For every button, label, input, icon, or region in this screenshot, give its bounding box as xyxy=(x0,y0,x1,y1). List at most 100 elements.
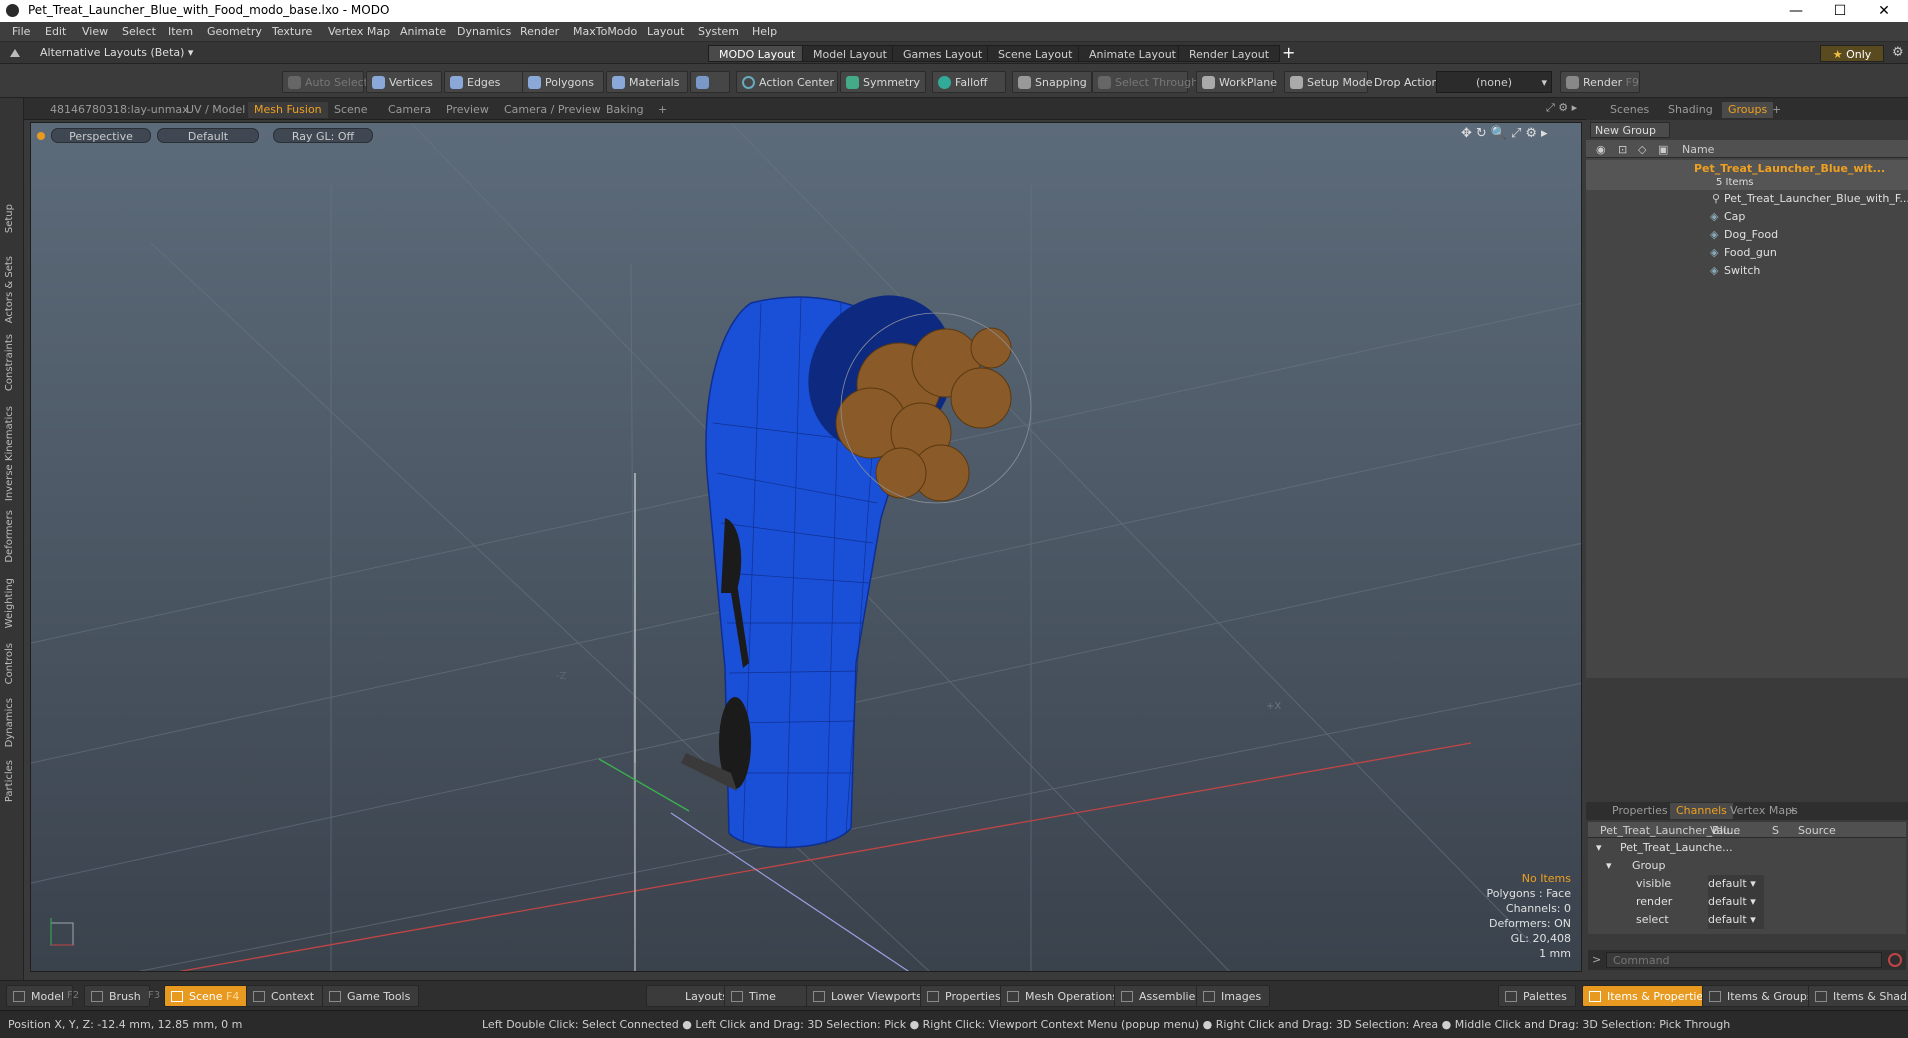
list-item[interactable]: ⚲ Pet_Treat_Launcher_Blue_with_F... xyxy=(1586,190,1908,208)
side-tab-setup[interactable]: Setup xyxy=(4,204,15,233)
side-tab-constraints[interactable]: Constraints xyxy=(4,334,15,391)
group-row[interactable]: Pet_Treat_Launcher_Blue_wit... 5 Items xyxy=(1586,160,1908,190)
model-button[interactable]: Model xyxy=(6,985,74,1007)
menu-maxtomodo[interactable]: MaxToModo xyxy=(573,25,637,38)
list-item[interactable]: ◈ Cap xyxy=(1586,208,1908,226)
menu-help[interactable]: Help xyxy=(752,25,777,38)
side-tab-particles[interactable]: Particles xyxy=(4,760,15,802)
scene-button[interactable]: Scene F4 xyxy=(164,985,249,1007)
tab-uv-model[interactable]: UV / Model xyxy=(180,102,251,118)
tab-modo-layout[interactable]: MODO Layout xyxy=(708,45,807,62)
select-through-button[interactable]: Select Through xyxy=(1092,71,1198,93)
alternative-layouts-dropdown[interactable]: Alternative Layouts (Beta) ▾ xyxy=(40,46,193,59)
menu-select[interactable]: Select xyxy=(122,25,156,38)
menu-system[interactable]: System xyxy=(698,25,739,38)
list-item[interactable]: ◈ Food_gun xyxy=(1586,244,1908,262)
snapping-button[interactable]: Snapping xyxy=(1012,71,1092,93)
mesh-operations-button[interactable]: Mesh Operations xyxy=(1000,985,1127,1007)
polygons-button[interactable]: Polygons xyxy=(522,71,604,93)
lower-viewports-button[interactable]: Lower Viewports xyxy=(806,985,931,1007)
setup-mode-button[interactable]: Setup Mode xyxy=(1284,71,1372,93)
items-properties-button[interactable]: Items & Properties xyxy=(1582,985,1718,1007)
tab-baking[interactable]: Baking xyxy=(600,102,650,118)
close-button[interactable]: ✕ xyxy=(1862,0,1906,22)
side-tab-inverse-kinematics[interactable]: Inverse Kinematics xyxy=(4,406,15,501)
action-center-button[interactable]: Action Center xyxy=(736,71,838,93)
command-input[interactable] xyxy=(1606,952,1882,968)
add-tab-button[interactable]: + xyxy=(652,102,673,118)
collapse-icon[interactable] xyxy=(10,47,20,57)
menu-animate[interactable]: Animate xyxy=(400,25,446,38)
items-groups-button[interactable]: Items & Groups xyxy=(1702,985,1822,1007)
tab-scene[interactable]: Scene xyxy=(328,102,374,118)
add-panel-tab[interactable]: + xyxy=(1766,102,1787,118)
menu-render[interactable]: Render xyxy=(520,25,559,38)
items-shading-button[interactable]: Items & Shading xyxy=(1808,985,1908,1007)
tab-camera[interactable]: Camera xyxy=(382,102,437,118)
3d-viewport[interactable]: Perspective Default Ray GL: Off ✥↻🔍⤢⚙▸ -… xyxy=(30,122,1582,972)
vertices-button[interactable]: Vertices xyxy=(366,71,442,93)
tab-render-layout[interactable]: Render Layout xyxy=(1178,45,1281,62)
images-button[interactable]: Images xyxy=(1196,985,1271,1007)
menu-view[interactable]: View xyxy=(82,25,108,38)
menu-item[interactable]: Item xyxy=(168,25,193,38)
edges-button[interactable]: Edges xyxy=(444,71,528,93)
record-icon[interactable] xyxy=(1888,953,1902,967)
menu-edit[interactable]: Edit xyxy=(45,25,66,38)
gear-icon[interactable]: ⚙ xyxy=(1892,45,1904,60)
tab-model-layout[interactable]: Model Layout xyxy=(802,45,898,62)
side-tab-deformers[interactable]: Deformers xyxy=(4,510,15,563)
side-tab-controls[interactable]: Controls xyxy=(4,643,15,684)
tab-camera-preview[interactable]: Camera / Preview xyxy=(498,102,607,118)
side-tab-dynamics[interactable]: Dynamics xyxy=(4,698,15,747)
tab-shading[interactable]: Shading xyxy=(1662,102,1719,118)
list-item[interactable]: ◈ Dog_Food xyxy=(1586,226,1908,244)
lock-icon[interactable]: ⊡ xyxy=(1618,143,1627,156)
tab-scene-layout[interactable]: Scene Layout xyxy=(987,45,1084,62)
tab-animate-layout[interactable]: Animate Layout xyxy=(1078,45,1187,62)
viewport-options-icon[interactable]: ⤢ ⚙ ▸ xyxy=(1546,101,1577,115)
menu-geometry[interactable]: Geometry xyxy=(207,25,262,38)
menu-dynamics[interactable]: Dynamics xyxy=(457,25,511,38)
render-button[interactable]: Render F9 xyxy=(1560,71,1640,93)
brush-button[interactable]: Brush xyxy=(84,985,150,1007)
side-tab-actors-sets[interactable]: Actors & Sets xyxy=(4,256,15,323)
channel-value-select[interactable]: default ▾ xyxy=(1708,893,1764,911)
properties-button[interactable]: Properties xyxy=(920,985,1010,1007)
selection-sets-button[interactable] xyxy=(690,71,730,93)
channel-value-select[interactable]: default ▾ xyxy=(1708,875,1764,893)
symmetry-button[interactable]: Symmetry xyxy=(840,71,926,93)
new-group-button[interactable]: New Group xyxy=(1590,122,1670,138)
auto-select-button[interactable]: Auto Select xyxy=(282,71,368,93)
drop-action-select[interactable]: (none) ▾ xyxy=(1436,71,1552,93)
materials-button[interactable]: Materials xyxy=(606,71,688,93)
channel-row[interactable]: render default ▾ xyxy=(1586,893,1908,911)
menu-file[interactable]: File xyxy=(12,25,30,38)
tab-games-layout[interactable]: Games Layout xyxy=(892,45,994,62)
list-item[interactable]: ◈ Switch xyxy=(1586,262,1908,280)
tab-lay-unmax[interactable]: 48146780318:lay-unmax xyxy=(44,102,195,118)
side-tab-weighting[interactable]: Weighting xyxy=(4,578,15,628)
tab-scenes[interactable]: Scenes xyxy=(1604,102,1655,118)
menu-vertex-map[interactable]: Vertex Map xyxy=(328,25,390,38)
palettes-button[interactable]: Palettes xyxy=(1498,985,1576,1007)
falloff-button[interactable]: Falloff xyxy=(932,71,1006,93)
maximize-button[interactable]: ☐ xyxy=(1818,0,1862,22)
tab-mesh-fusion[interactable]: Mesh Fusion xyxy=(248,102,328,118)
eye-icon[interactable]: ◉ xyxy=(1596,143,1606,156)
minimize-button[interactable]: — xyxy=(1774,0,1818,22)
add-props-tab[interactable]: + xyxy=(1782,803,1803,819)
channel-value-select[interactable]: default ▾ xyxy=(1708,911,1764,929)
channel-group-row[interactable]: ▾ Group xyxy=(1586,857,1908,875)
only-toggle[interactable]: ★ Only xyxy=(1820,45,1884,62)
menu-texture[interactable]: Texture xyxy=(272,25,312,38)
tab-properties[interactable]: Properties xyxy=(1606,803,1674,819)
add-layout-button[interactable]: + xyxy=(1282,43,1295,62)
context-button[interactable]: Context xyxy=(246,985,324,1007)
render-toggle-icon[interactable]: ▣ xyxy=(1658,143,1668,156)
menu-layout[interactable]: Layout xyxy=(647,25,684,38)
tab-preview[interactable]: Preview xyxy=(440,102,495,118)
channel-row[interactable]: visible default ▾ xyxy=(1586,875,1908,893)
game-tools-button[interactable]: Game Tools xyxy=(322,985,420,1007)
select-icon[interactable]: ◇ xyxy=(1638,143,1646,156)
